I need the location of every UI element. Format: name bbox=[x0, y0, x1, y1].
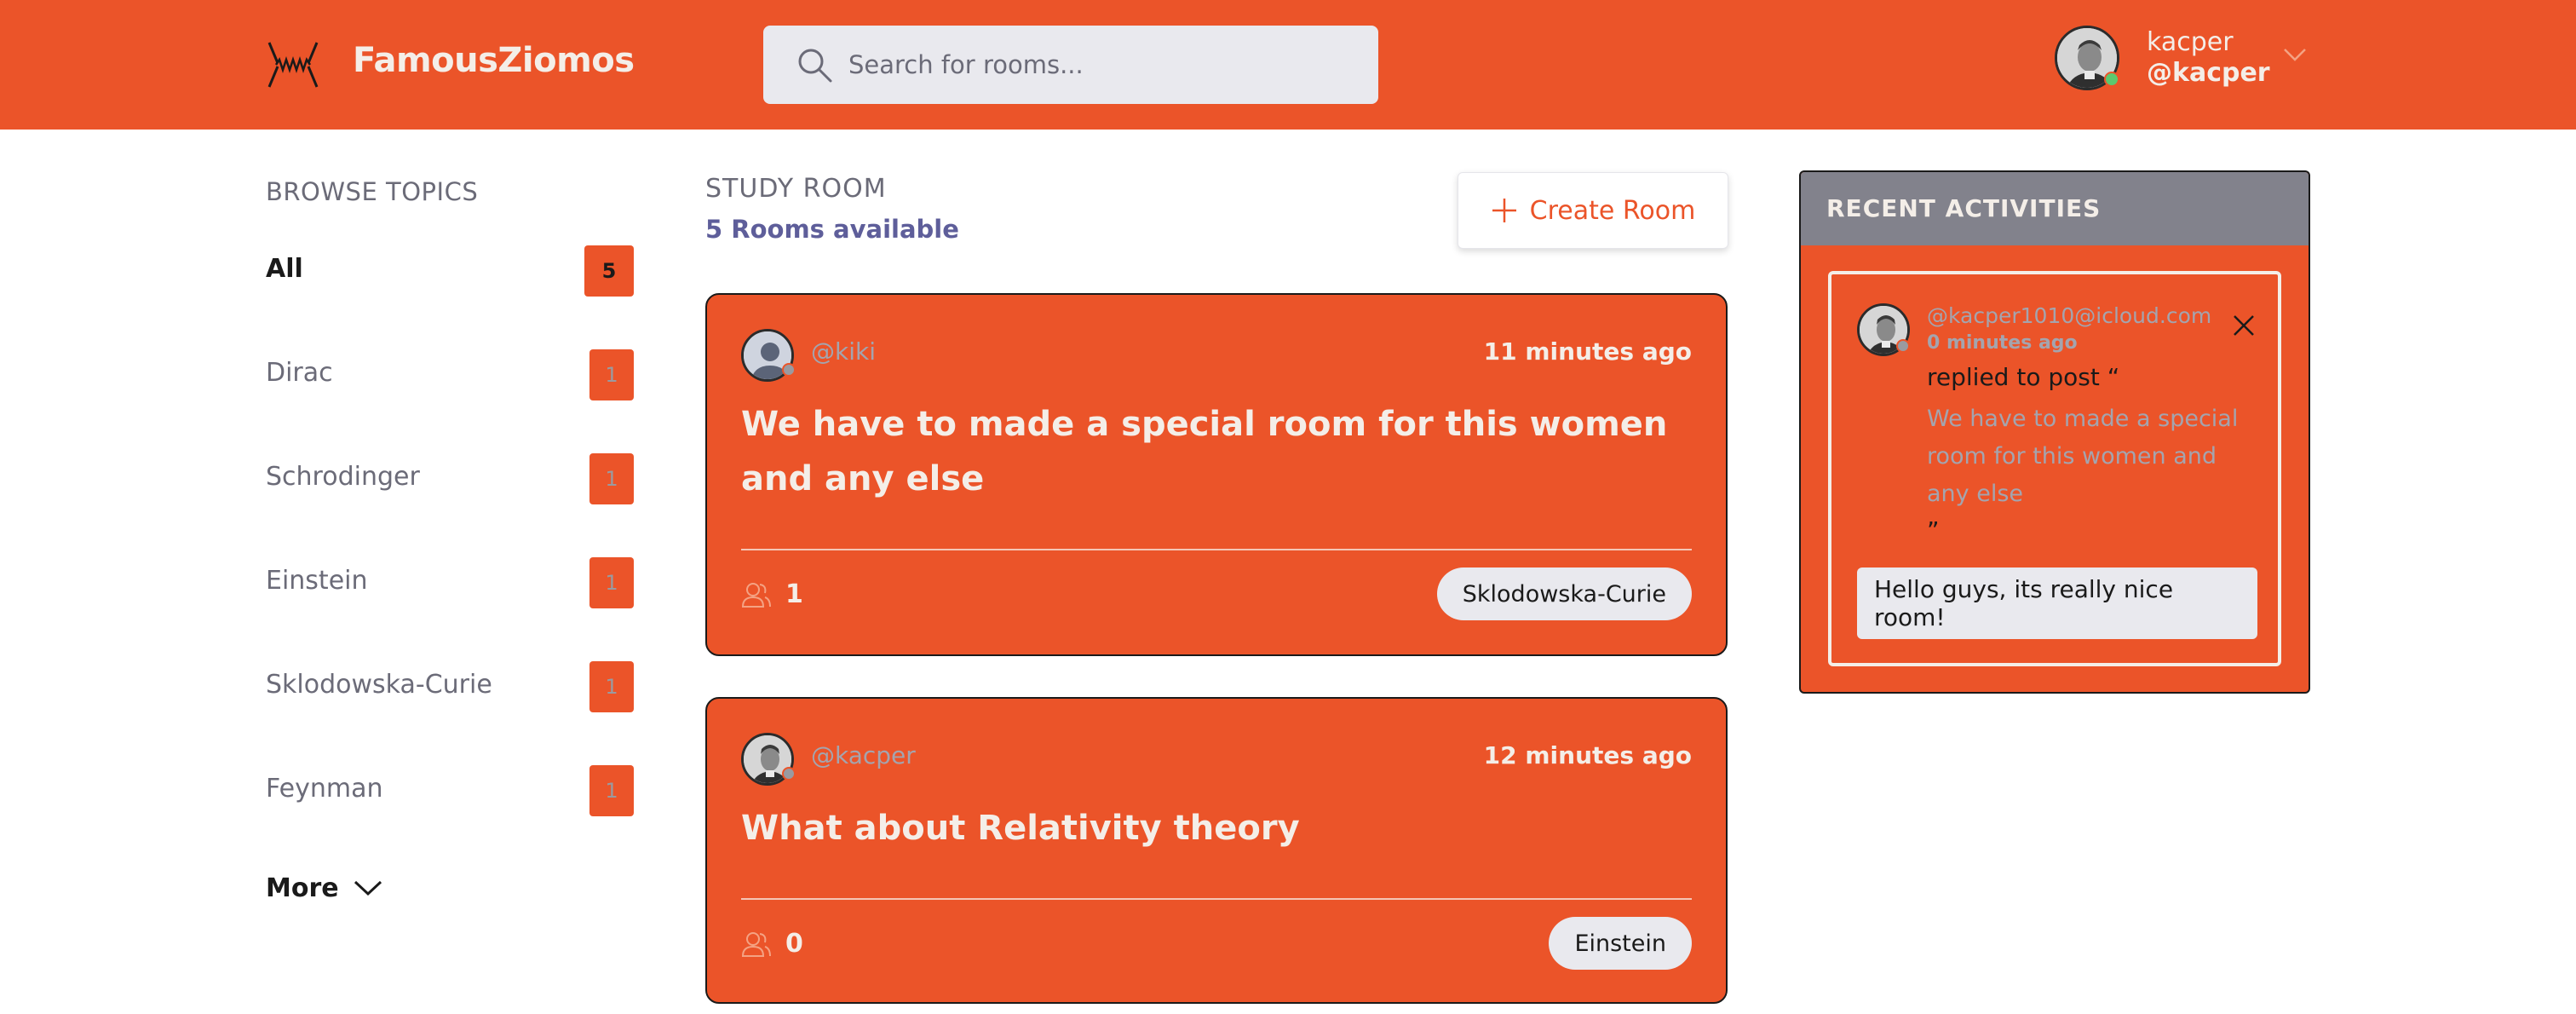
panel-header: RECENT ACTIVITIES bbox=[1801, 172, 2309, 245]
close-icon[interactable] bbox=[2230, 312, 2257, 339]
topic-label: Schrodinger bbox=[266, 462, 420, 492]
room-timestamp: 12 minutes ago bbox=[1483, 741, 1692, 769]
activity-quote-end: ” bbox=[1927, 516, 1940, 544]
topic-label: Sklodowska-Curie bbox=[266, 670, 492, 700]
topic-label: Einstein bbox=[266, 566, 368, 596]
room-host[interactable]: @kiki bbox=[811, 337, 876, 366]
online-status-dot bbox=[2104, 72, 2119, 87]
divider bbox=[741, 898, 1692, 900]
user-handle[interactable]: @kacper bbox=[2147, 58, 2270, 88]
host-status-dot bbox=[782, 767, 796, 781]
spring-coil-logo-icon[interactable] bbox=[266, 39, 320, 90]
room-timestamp: 11 minutes ago bbox=[1483, 337, 1692, 366]
participants-count: 0 bbox=[785, 929, 803, 959]
topic-item-schrodinger[interactable]: Schrodinger 1 bbox=[266, 452, 634, 511]
activity-post-link[interactable]: We have to made a special room for this … bbox=[1927, 400, 2259, 513]
participants-icon bbox=[741, 932, 771, 957]
topic-item-einstein[interactable]: Einstein 1 bbox=[266, 556, 634, 615]
panel-title: RECENT ACTIVITIES bbox=[1826, 194, 2102, 222]
room-topic-tag[interactable]: Einstein bbox=[1549, 917, 1692, 970]
user-name[interactable]: kacper bbox=[2147, 27, 2234, 57]
more-label: More bbox=[266, 873, 339, 903]
room-title[interactable]: What about Relativity theory bbox=[741, 801, 1687, 856]
host-status-dot bbox=[782, 363, 796, 377]
top-header: FamousZiomos kacper @kacper bbox=[0, 0, 2576, 130]
activity-timestamp: 0 minutes ago bbox=[1927, 332, 2078, 354]
room-host[interactable]: @kacper bbox=[811, 741, 916, 769]
app-name[interactable]: FamousZiomos bbox=[353, 41, 635, 80]
activity-message: Hello guys, its really nice room! bbox=[1857, 567, 2257, 639]
user-status-dot bbox=[1896, 339, 1910, 353]
divider bbox=[741, 549, 1692, 550]
create-room-label: Create Room bbox=[1529, 195, 1696, 226]
chevron-down-icon bbox=[354, 880, 382, 896]
search-input[interactable] bbox=[848, 26, 1360, 104]
search-icon bbox=[798, 49, 832, 83]
topic-item-feynman[interactable]: Feynman 1 bbox=[266, 763, 634, 823]
topic-count-badge: 5 bbox=[584, 245, 634, 297]
activity-action: replied to post “ bbox=[1927, 363, 2120, 391]
room-title[interactable]: We have to made a special room for this … bbox=[741, 397, 1687, 506]
topic-count-badge: 1 bbox=[589, 453, 634, 504]
topic-item-all[interactable]: All 5 bbox=[266, 244, 634, 303]
create-room-button[interactable]: Create Room bbox=[1458, 172, 1728, 249]
activity-item: @kacper1010@icloud.com 0 minutes ago rep… bbox=[1828, 271, 2281, 666]
chevron-down-icon[interactable] bbox=[2280, 39, 2310, 70]
user-avatar[interactable] bbox=[2055, 26, 2119, 90]
room-card[interactable]: @kiki 11 minutes ago We have to made a s… bbox=[705, 293, 1728, 656]
activity-user[interactable]: @kacper1010@icloud.com bbox=[1927, 303, 2234, 328]
topic-item-sklodowska-curie[interactable]: Sklodowska-Curie 1 bbox=[266, 660, 634, 719]
topic-label: All bbox=[266, 254, 303, 284]
more-topics-button[interactable]: More bbox=[266, 869, 383, 907]
page-title: STUDY ROOM bbox=[705, 174, 887, 204]
room-topic-tag[interactable]: Sklodowska-Curie bbox=[1436, 567, 1692, 620]
recent-activities-panel: RECENT ACTIVITIES @kacper1010@icloud.com… bbox=[1799, 170, 2310, 694]
topic-label: Dirac bbox=[266, 358, 333, 388]
topic-count-badge: 1 bbox=[589, 765, 634, 816]
topic-item-dirac[interactable]: Dirac 1 bbox=[266, 348, 634, 407]
plus-icon bbox=[1492, 199, 1516, 222]
topic-label: Feynman bbox=[266, 774, 383, 804]
participants-icon bbox=[741, 583, 771, 608]
topic-count-badge: 1 bbox=[589, 557, 634, 608]
topic-count-badge: 1 bbox=[589, 661, 634, 712]
search-bar[interactable] bbox=[763, 26, 1378, 104]
browse-topics-title: BROWSE TOPICS bbox=[266, 177, 479, 206]
participants-count: 1 bbox=[785, 579, 803, 609]
rooms-count: 5 Rooms available bbox=[705, 215, 959, 244]
room-card[interactable]: @kacper 12 minutes ago What about Relati… bbox=[705, 697, 1728, 1004]
topic-count-badge: 1 bbox=[589, 349, 634, 400]
